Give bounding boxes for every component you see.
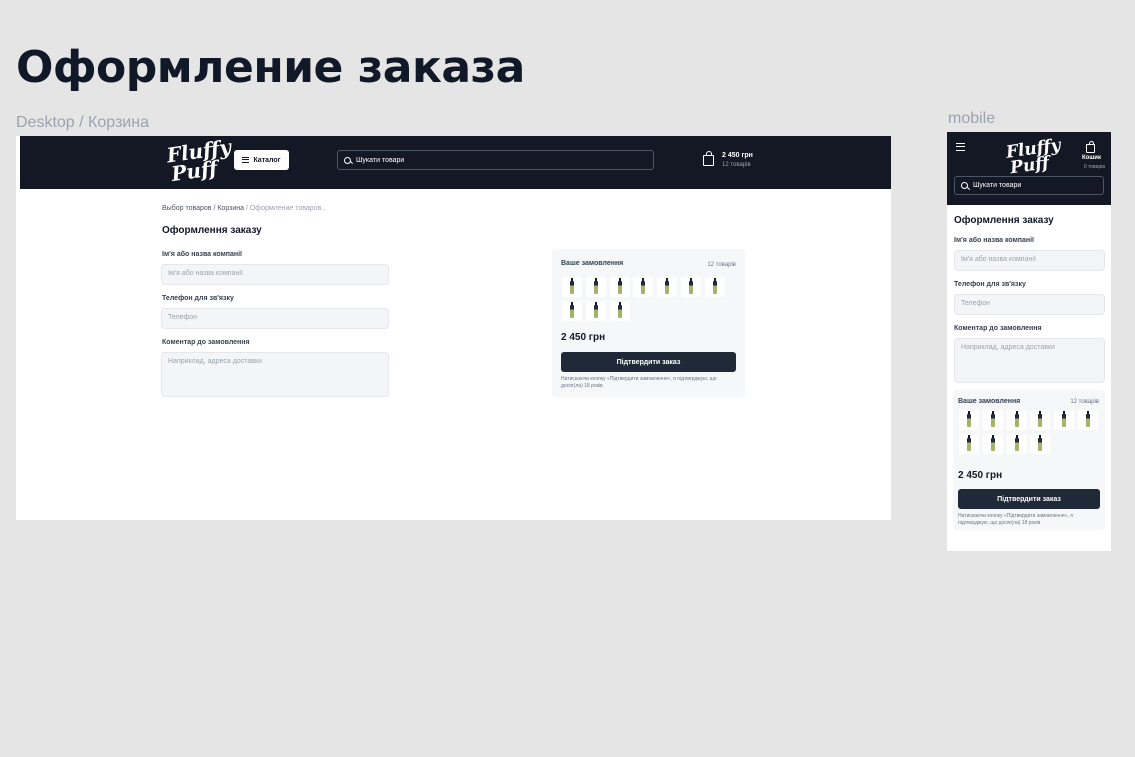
order-item-thumbnail[interactable]	[585, 301, 606, 321]
order-item-thumbnail[interactable]	[1054, 410, 1075, 430]
bottle-icon	[665, 278, 670, 294]
catalog-button[interactable]: Каталог	[234, 150, 289, 170]
cart-icon[interactable]	[703, 151, 714, 166]
order-item-thumbnail[interactable]	[657, 277, 678, 297]
confirm-order-button[interactable]: Підтвердити заказ	[561, 352, 736, 372]
order-item-thumbnail[interactable]	[633, 277, 654, 297]
bottle-icon	[1038, 435, 1043, 451]
catalog-label: Каталог	[253, 156, 281, 164]
order-total: 2 450 грн	[561, 332, 606, 343]
bottle-icon	[593, 302, 598, 318]
bottle-icon	[1086, 411, 1090, 427]
order-summary: Ваше замовлення 12 товарів 2 450 грн Під…	[953, 390, 1105, 530]
comment-field[interactable]: Наприклад, адреса доставки	[161, 352, 389, 397]
form-title: Оформлення заказу	[954, 215, 1054, 226]
bottle-icon	[990, 411, 995, 427]
phone-field[interactable]: Телефон	[954, 294, 1105, 315]
breadcrumb-current: Оформление товаров..	[249, 205, 326, 212]
age-confirmation-note: Натискаючи кнопку «Підтвердити замовленн…	[561, 376, 717, 389]
order-item-thumbnail[interactable]	[562, 301, 582, 321]
bottle-icon	[570, 302, 574, 318]
mobile-header: Fluffy Puff Кошик 0 товарів Шукати товари	[947, 132, 1111, 205]
order-item-thumbnail[interactable]	[959, 434, 979, 454]
comment-label: Коментар до замовлення	[162, 339, 250, 346]
comment-field[interactable]: Наприклад, адреса доставки	[954, 338, 1105, 383]
name-label: Ім'я або назва компанії	[954, 237, 1035, 244]
logo[interactable]: Fluffy Puff	[1005, 135, 1064, 178]
frame-label-mobile: mobile	[948, 110, 996, 127]
bottle-icon	[570, 278, 574, 294]
order-item-thumbnail[interactable]	[609, 277, 630, 297]
order-item-thumbnail[interactable]	[562, 277, 582, 297]
cart-icon[interactable]	[1086, 141, 1095, 153]
order-item-thumbnail[interactable]	[1030, 410, 1051, 430]
breadcrumb-link-cart[interactable]: Корзина	[217, 205, 244, 212]
bottle-icon	[712, 278, 717, 294]
breadcrumb-link-products[interactable]: Выбор товаров	[162, 205, 212, 212]
order-total: 2 450 грн	[958, 470, 1003, 481]
phone-label: Телефон для зв'язку	[162, 295, 234, 302]
order-count: 12 товарів	[1070, 399, 1099, 405]
frame-label-desktop: Desktop / Корзина	[16, 114, 149, 131]
order-title: Ваше замовлення	[561, 260, 624, 267]
desktop-frame: Fluffy Puff Каталог Шукати товари 2 450 г…	[16, 135, 891, 520]
name-field[interactable]: Ім'я або назва компанії	[161, 264, 389, 285]
page-title: Оформление заказа	[16, 42, 525, 93]
bottle-icon	[593, 278, 598, 294]
search-icon	[961, 182, 968, 189]
bottle-icon	[641, 278, 646, 294]
form-title: Оформлення заказу	[162, 225, 262, 236]
phone-field[interactable]: Телефон	[161, 308, 389, 329]
bottle-icon	[689, 278, 693, 294]
comment-label: Коментар до замовлення	[954, 325, 1042, 332]
search-placeholder: Шукати товари	[356, 156, 405, 164]
search-input[interactable]: Шукати товари	[954, 176, 1104, 195]
cart-count: 0 товарів	[1083, 164, 1105, 170]
search-input[interactable]: Шукати товари	[337, 150, 654, 170]
order-item-thumbnail[interactable]	[609, 301, 630, 321]
confirm-order-button[interactable]: Підтвердити заказ	[958, 489, 1100, 509]
age-confirmation-note: Натискаючи кнопку «Підтвердити замовленн…	[958, 513, 1073, 526]
order-item-thumbnail[interactable]	[704, 277, 725, 297]
order-count: 12 товарів	[707, 262, 736, 268]
logo[interactable]: Fluffy Puff	[165, 135, 235, 186]
order-item-thumbnail[interactable]	[982, 434, 1003, 454]
site-header: Fluffy Puff Каталог Шукати товари 2 450 г…	[20, 135, 891, 189]
bottle-icon	[1038, 411, 1043, 427]
menu-icon[interactable]	[956, 143, 965, 151]
mobile-frame: Fluffy Puff Кошик 0 товарів Шукати товари…	[947, 132, 1111, 551]
bottle-icon	[990, 435, 995, 451]
cart-count: 12 товарів	[722, 162, 751, 168]
cart-total[interactable]: 2 450 грн	[722, 152, 753, 159]
bottle-icon	[617, 278, 622, 294]
search-placeholder: Шукати товари	[973, 182, 1022, 189]
order-item-thumbnail[interactable]	[1030, 434, 1051, 454]
bottle-icon	[1014, 435, 1019, 451]
name-field[interactable]: Ім'я або назва компанії	[954, 250, 1105, 271]
name-label: Ім'я або назва компанії	[162, 251, 243, 258]
order-item-thumbnail[interactable]	[959, 410, 979, 430]
bottle-icon	[617, 302, 622, 318]
bottle-icon	[967, 435, 971, 451]
bottle-icon	[1062, 411, 1067, 427]
order-summary: Ваше замовлення 12 товарів 2 450 грн Під…	[552, 249, 745, 398]
cart-label[interactable]: Кошик	[1082, 155, 1101, 161]
order-item-thumbnail[interactable]	[681, 277, 701, 297]
phone-label: Телефон для зв'язку	[954, 281, 1026, 288]
order-item-thumbnail[interactable]	[1006, 434, 1027, 454]
breadcrumb: Выбор товаров / Корзина / Оформление тов…	[162, 205, 326, 212]
bottle-icon	[1014, 411, 1019, 427]
menu-icon	[242, 157, 250, 163]
order-item-thumbnail[interactable]	[982, 410, 1003, 430]
order-item-thumbnail[interactable]	[585, 277, 606, 297]
bottle-icon	[967, 411, 971, 427]
design-canvas: Оформление заказа Desktop / Корзина mobi…	[0, 0, 1135, 757]
search-icon	[344, 156, 351, 164]
order-item-thumbnail[interactable]	[1078, 410, 1098, 430]
order-title: Ваше замовлення	[958, 398, 1021, 405]
order-item-thumbnail[interactable]	[1006, 410, 1027, 430]
